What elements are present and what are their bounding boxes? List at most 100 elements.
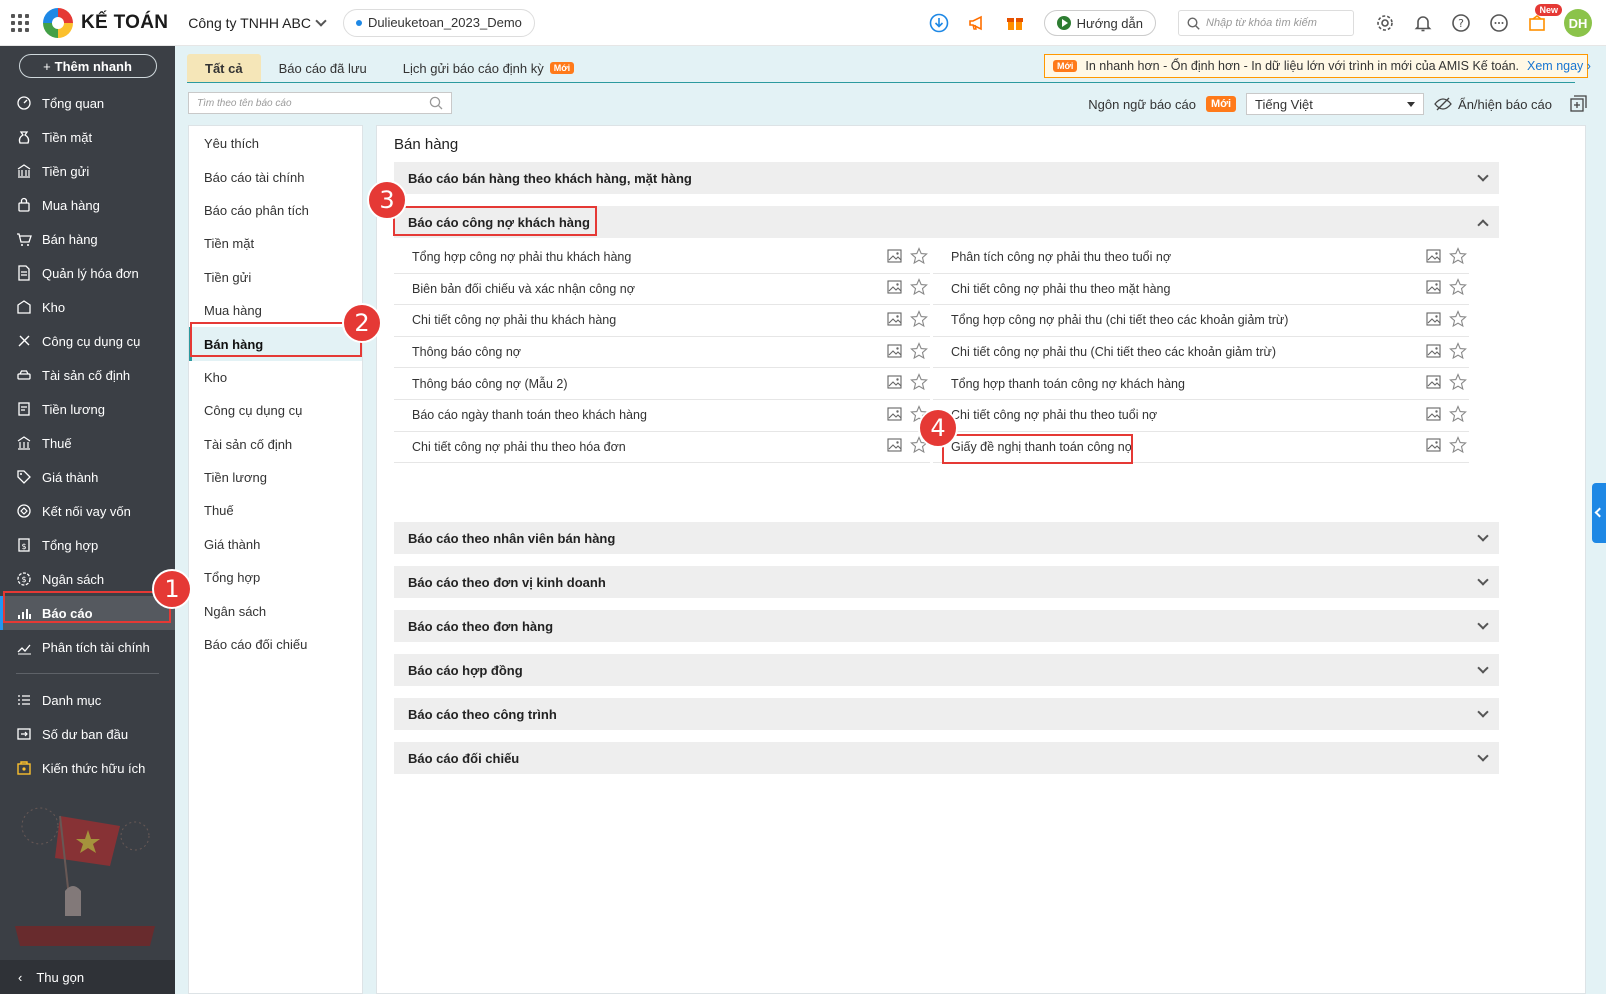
company-selector[interactable]: Công ty TNHH ABC	[188, 15, 327, 31]
report-item-phan-tich-cong-no-phai-thu-theo-tuoi-no[interactable]: Phân tích công nợ phải thu theo tuổi nợ	[933, 242, 1469, 274]
category-cong-cu-dung-cu[interactable]: Công cụ dụng cụ	[189, 394, 362, 427]
category-kho[interactable]: Kho	[189, 361, 362, 394]
favorite-star-icon[interactable]	[910, 278, 928, 299]
sidebar-item-tien-mat[interactable]: Tiền mặt	[0, 120, 175, 154]
tab-bao-cao-da-luu[interactable]: Báo cáo đã lưu	[261, 54, 385, 82]
category-tien-gui[interactable]: Tiền gửi	[189, 261, 362, 294]
quick-add-button[interactable]: + Thêm nhanh	[18, 54, 157, 78]
sidebar-item-ket-noi-vay-von[interactable]: Kết nối vay vốn	[0, 494, 175, 528]
preview-image-icon[interactable]	[1426, 280, 1441, 297]
category-tong-hop[interactable]: Tổng hợp	[189, 561, 362, 594]
report-item-chi-tiet-cong-no-phai-thu-khach-hang[interactable]: Chi tiết công nợ phải thu khách hàng	[394, 305, 930, 337]
sidebar-item-tien-luong[interactable]: Tiền lương	[0, 392, 175, 426]
category-bao-cao-phan-tich[interactable]: Báo cáo phân tích	[189, 194, 362, 227]
sidebar-item-gia-thanh[interactable]: Giá thành	[0, 460, 175, 494]
report-group-bao-cao-theo-cong-trinh[interactable]: Báo cáo theo công trình	[394, 698, 1499, 730]
category-mua-hang[interactable]: Mua hàng	[189, 294, 362, 327]
report-item-chi-tiet-cong-no-phai-thu-chi-tiet-theo-cac-khoan-giam-tru[interactable]: Chi tiết công nợ phải thu (Chi tiết theo…	[933, 337, 1469, 369]
report-group-bao-cao-theo-don-hang[interactable]: Báo cáo theo đơn hàng	[394, 610, 1499, 642]
report-item-tong-hop-cong-no-phai-thu-khach-hang[interactable]: Tổng hợp công nợ phải thu khách hàng	[394, 242, 930, 274]
report-item-chi-tiet-cong-no-phai-thu-theo-tuoi-no[interactable]: Chi tiết công nợ phải thu theo tuổi nợ	[933, 400, 1469, 432]
category-tien-mat[interactable]: Tiền mặt	[189, 227, 362, 260]
whats-new-icon[interactable]: New	[1526, 4, 1562, 34]
favorite-star-icon[interactable]	[910, 373, 928, 394]
sidebar-item-kho[interactable]: Kho	[0, 290, 175, 324]
report-group-bao-cao-cong-no-khach-hang[interactable]: Báo cáo công nợ khách hàng	[394, 206, 1499, 238]
sidebar-item-tai-san-co-dinh[interactable]: Tài sản cố định	[0, 358, 175, 392]
preview-image-icon[interactable]	[887, 344, 902, 361]
sidebar-item-cong-cu-dung-cu[interactable]: Công cụ dụng cụ	[0, 324, 175, 358]
report-item-thong-bao-cong-no[interactable]: Thông báo công nợ	[394, 337, 930, 369]
sidebar-item-thue[interactable]: Thuế	[0, 426, 175, 460]
preview-image-icon[interactable]	[887, 249, 902, 266]
help-icon[interactable]: ?	[1450, 12, 1472, 34]
category-gia-thanh[interactable]: Giá thành	[189, 528, 362, 561]
tab-lich-gui-bao-cao-dinh-ky[interactable]: Lịch gửi báo cáo định kỳ Mới	[385, 54, 592, 82]
sidebar-item-tong-quan[interactable]: Tổng quan	[0, 86, 175, 120]
chat-more-icon[interactable]	[1488, 12, 1510, 34]
sidebar-item-phan-tich-tai-chinh[interactable]: Phân tích tài chính	[0, 630, 175, 664]
sidebar-item-ngan-sach[interactable]: $ Ngân sách	[0, 562, 175, 596]
show-hide-reports-button[interactable]: Ẩn/hiện báo cáo	[1434, 97, 1552, 112]
notification-bell-icon[interactable]	[1412, 12, 1434, 34]
favorite-star-icon[interactable]	[1449, 310, 1467, 331]
megaphone-icon[interactable]	[966, 12, 988, 34]
sidebar-item-so-du-ban-dau[interactable]: Số dư ban đầu	[0, 717, 175, 751]
report-item-tong-hop-thanh-toan-cong-no-khach-hang[interactable]: Tổng hợp thanh toán công nợ khách hàng	[933, 368, 1469, 400]
collapse-sidebar-button[interactable]: ‹ Thu gọn	[0, 960, 175, 994]
report-group-bao-cao-theo-don-vi-kinh-doanh[interactable]: Báo cáo theo đơn vị kinh doanh	[394, 566, 1499, 598]
sidebar-item-kien-thuc-huu-ich[interactable]: Kiến thức hữu ích	[0, 751, 175, 785]
favorite-star-icon[interactable]	[1449, 373, 1467, 394]
favorite-star-icon[interactable]	[1449, 278, 1467, 299]
gift-icon[interactable]	[1004, 12, 1026, 34]
preview-image-icon[interactable]	[1426, 344, 1441, 361]
add-report-icon[interactable]	[1568, 94, 1588, 114]
report-item-chi-tiet-cong-no-phai-thu-theo-hoa-don[interactable]: Chi tiết công nợ phải thu theo hóa đơn	[394, 432, 930, 464]
report-item-thong-bao-cong-no-mau-2[interactable]: Thông báo công nợ (Mẫu 2)	[394, 368, 930, 400]
global-search-input[interactable]: Nhập từ khóa tìm kiếm	[1178, 10, 1354, 36]
category-ban-hang[interactable]: Bán hàng	[189, 327, 362, 362]
preview-image-icon[interactable]	[1426, 375, 1441, 392]
sidebar-item-mua-hang[interactable]: Mua hàng	[0, 188, 175, 222]
report-item-bien-ban-doi-chieu-va-xac-nhan-cong-no[interactable]: Biên bản đối chiếu và xác nhận công nợ	[394, 274, 930, 306]
favorite-star-icon[interactable]	[910, 341, 928, 363]
language-select[interactable]: Tiếng Việt	[1246, 93, 1425, 115]
report-item-bao-cao-ngay-thanh-toan-theo-khach-hang[interactable]: Báo cáo ngày thanh toán theo khách hàng	[394, 400, 930, 432]
report-group-bao-cao-hop-dong[interactable]: Báo cáo hợp đồng	[394, 654, 1499, 686]
preview-image-icon[interactable]	[887, 375, 902, 392]
preview-image-icon[interactable]	[1426, 249, 1441, 266]
favorite-star-icon[interactable]	[910, 310, 928, 331]
preview-image-icon[interactable]	[887, 280, 902, 297]
favorite-star-icon[interactable]	[1449, 246, 1467, 268]
app-grid-icon[interactable]	[11, 13, 29, 32]
favorite-star-icon[interactable]	[910, 246, 928, 268]
report-item-chi-tiet-cong-no-phai-thu-theo-mat-hang[interactable]: Chi tiết công nợ phải thu theo mặt hàng	[933, 274, 1469, 306]
settings-gear-icon[interactable]	[1374, 12, 1396, 34]
sidebar-item-bao-cao[interactable]: Báo cáo	[0, 596, 175, 630]
preview-image-icon[interactable]	[887, 407, 902, 424]
download-icon[interactable]	[928, 12, 950, 34]
report-group-bao-cao-theo-nhan-vien-ban-hang[interactable]: Báo cáo theo nhân viên bán hàng	[394, 522, 1499, 554]
preview-image-icon[interactable]	[887, 312, 902, 329]
sidebar-item-tien-gui[interactable]: Tiền gửi	[0, 154, 175, 188]
preview-image-icon[interactable]	[1426, 438, 1441, 455]
guide-button[interactable]: Hướng dẫn	[1043, 10, 1156, 36]
side-panel-toggle[interactable]	[1592, 483, 1606, 543]
preview-image-icon[interactable]	[1426, 407, 1441, 424]
user-avatar[interactable]: DH	[1564, 9, 1592, 37]
category-bao-cao-tai-chinh[interactable]: Báo cáo tài chính	[189, 160, 362, 193]
category-bao-cao-doi-chieu[interactable]: Báo cáo đối chiếu	[189, 628, 362, 661]
preview-image-icon[interactable]	[887, 438, 902, 455]
notice-view-link[interactable]: Xem ngay ›	[1527, 59, 1591, 73]
preview-image-icon[interactable]	[1426, 312, 1441, 329]
database-selector[interactable]: Dulieuketoan_2023_Demo	[342, 8, 535, 37]
category-thue[interactable]: Thuế	[189, 494, 362, 527]
favorite-star-icon[interactable]	[1449, 404, 1467, 426]
report-item-tong-hop-cong-no-phai-thu-chi-tiet-theo-cac-khoan-giam-tru[interactable]: Tổng hợp công nợ phải thu (chi tiết theo…	[933, 305, 1469, 337]
category-ngan-sach[interactable]: Ngân sách	[189, 594, 362, 627]
sidebar-item-quan-ly-hoa-don[interactable]: Quản lý hóa đơn	[0, 256, 175, 290]
category-tien-luong[interactable]: Tiền lương	[189, 461, 362, 494]
report-search-input[interactable]: Tìm theo tên báo cáo	[188, 92, 452, 114]
sidebar-item-ban-hang[interactable]: Bán hàng	[0, 222, 175, 256]
report-group-bao-cao-doi-chieu[interactable]: Báo cáo đối chiếu	[394, 742, 1499, 774]
